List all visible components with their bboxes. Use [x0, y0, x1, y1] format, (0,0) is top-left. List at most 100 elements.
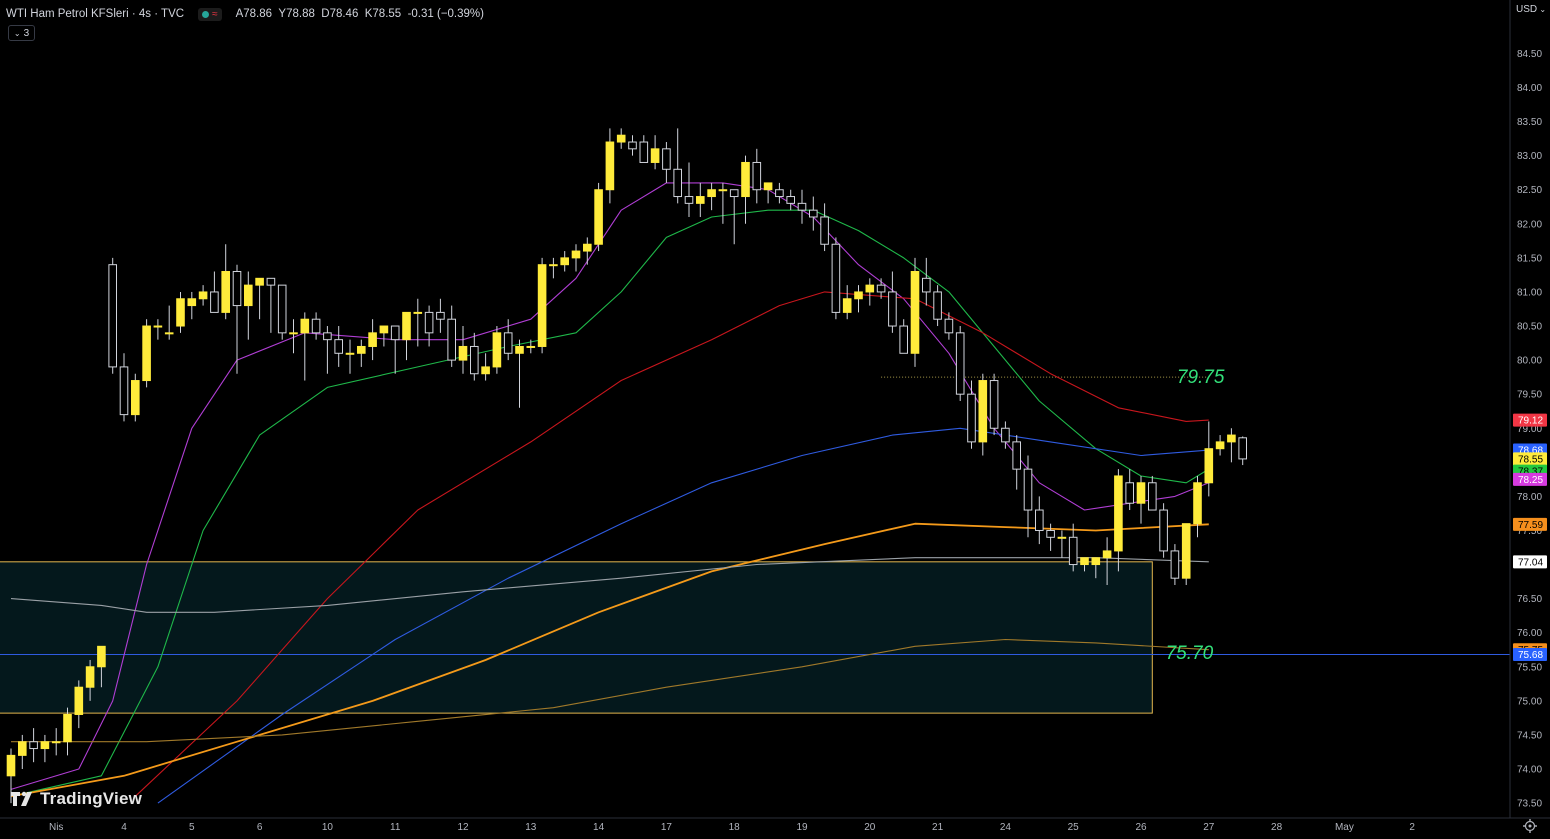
- price-label: 77.59: [1518, 520, 1543, 531]
- candle-body: [232, 271, 242, 307]
- candle: [955, 326, 965, 401]
- price-tick-label: 81.00: [1517, 287, 1542, 298]
- brand-name: TradingView: [40, 789, 143, 808]
- candle: [910, 257, 920, 367]
- candle-body: [549, 264, 558, 267]
- time-tick-label: Nis: [49, 822, 63, 833]
- candle-body: [51, 741, 61, 744]
- price-tick-label: 75.00: [1517, 696, 1542, 707]
- market-status-pill[interactable]: ≈: [198, 7, 222, 21]
- candle-body: [1159, 509, 1168, 552]
- candle: [1181, 523, 1191, 585]
- price-chart[interactable]: 79.75 75.70 73.50 74.00 74.50 75.00 75.50 76.00…: [0, 0, 1550, 839]
- candle-body: [876, 284, 886, 293]
- candle-body: [1193, 482, 1202, 525]
- candle-body: [865, 284, 875, 293]
- candle-body: [244, 284, 253, 307]
- price-tick-label: 80.00: [1517, 356, 1542, 367]
- time-tick-label: 10: [322, 822, 334, 833]
- candle: [989, 373, 999, 436]
- candle: [1159, 503, 1168, 558]
- candle-body: [277, 284, 287, 334]
- candle-body: [1057, 536, 1067, 539]
- price-label: 77.04: [1518, 557, 1543, 568]
- candle-body: [673, 168, 683, 198]
- price-tick-label: 76.50: [1517, 594, 1542, 605]
- candle-body: [436, 311, 445, 320]
- time-tick-label: 5: [189, 822, 195, 833]
- candle-body: [357, 345, 366, 354]
- candle-body: [639, 141, 649, 163]
- time-tick-label: 11: [390, 822, 401, 833]
- candle-body: [797, 202, 807, 211]
- price-tick-label: 83.50: [1517, 117, 1542, 128]
- time-tick-label: 6: [257, 822, 263, 833]
- indicators-toggle[interactable]: ⌄ 3: [8, 25, 35, 41]
- candle-body: [503, 332, 513, 354]
- candle-body: [718, 189, 728, 192]
- candle-body: [1046, 529, 1055, 538]
- gear-icon[interactable]: [1522, 818, 1538, 834]
- candle-body: [560, 257, 570, 266]
- candle-body: [119, 366, 129, 416]
- candle: [537, 257, 547, 354]
- candle-body: [854, 291, 863, 300]
- candle-body: [684, 196, 694, 204]
- candle-body: [492, 332, 502, 368]
- candle-body: [842, 298, 852, 313]
- candle-body: [1102, 550, 1112, 559]
- symbol-title[interactable]: WTI Ham Petrol KFSleri · 4s · TVC: [6, 8, 184, 20]
- price-tick-label: 81.50: [1517, 253, 1542, 264]
- chart-header: WTI Ham Petrol KFSleri · 4s · TVC ≈ A78.…: [6, 6, 484, 22]
- candle-body: [1068, 536, 1078, 566]
- time-tick-label: 20: [864, 822, 876, 833]
- candle-body: [831, 243, 841, 313]
- price-tick-label: 83.00: [1517, 151, 1542, 162]
- candle-body: [1091, 557, 1101, 566]
- candle-body: [221, 271, 230, 313]
- candle-body: [1125, 482, 1135, 504]
- chevron-down-icon: ⌄: [1537, 5, 1547, 14]
- candle-body: [97, 645, 106, 668]
- candle-body: [289, 332, 298, 335]
- currency-selector[interactable]: USD ⌄: [1516, 4, 1546, 15]
- price-tick-label: 80.50: [1517, 322, 1542, 333]
- candle-body: [334, 339, 343, 354]
- candle-body: [481, 366, 490, 375]
- candle-body: [85, 666, 95, 688]
- candle-body: [1181, 523, 1191, 579]
- time-tick-label: 2: [1409, 822, 1415, 833]
- candle-body: [345, 352, 355, 355]
- candle-body: [763, 182, 773, 191]
- candle: [142, 319, 151, 388]
- candle-body: [537, 264, 547, 347]
- price-tick-label: 79.50: [1517, 390, 1542, 401]
- candle-body: [899, 325, 909, 354]
- candle-body: [424, 311, 434, 334]
- time-tick-label: 19: [796, 822, 808, 833]
- price-tick-label: 74.00: [1517, 765, 1542, 776]
- candle-body: [775, 189, 784, 198]
- price-tick-label: 78.00: [1517, 492, 1542, 503]
- brand-logo[interactable]: TradingView: [10, 789, 142, 809]
- candle-body: [1170, 550, 1180, 579]
- time-tick-label: 21: [932, 822, 944, 833]
- market-open-icon: [202, 10, 210, 18]
- time-tick-label: 4: [121, 822, 127, 833]
- tradingview-logo-icon: [11, 791, 32, 806]
- candle-body: [1227, 434, 1236, 443]
- time-tick-label: 26: [1135, 822, 1147, 833]
- candle: [831, 237, 841, 320]
- candle-body: [198, 291, 208, 300]
- price-label: 75.68: [1518, 650, 1543, 661]
- price-label: 79.12: [1518, 416, 1543, 427]
- candle-body: [266, 277, 276, 286]
- time-tick-label: 14: [593, 822, 605, 833]
- time-tick-label: 28: [1271, 822, 1283, 833]
- candle-body: [142, 325, 151, 382]
- ohlc-readout: A78.86 Y78.88 D78.46 K78.55 -0.31 (−0.39…: [235, 8, 484, 20]
- demand-zone-box: [0, 561, 1153, 714]
- candle-body: [1035, 509, 1044, 531]
- time-tick-label: 12: [457, 822, 469, 833]
- price-tick-label: 73.50: [1517, 799, 1542, 810]
